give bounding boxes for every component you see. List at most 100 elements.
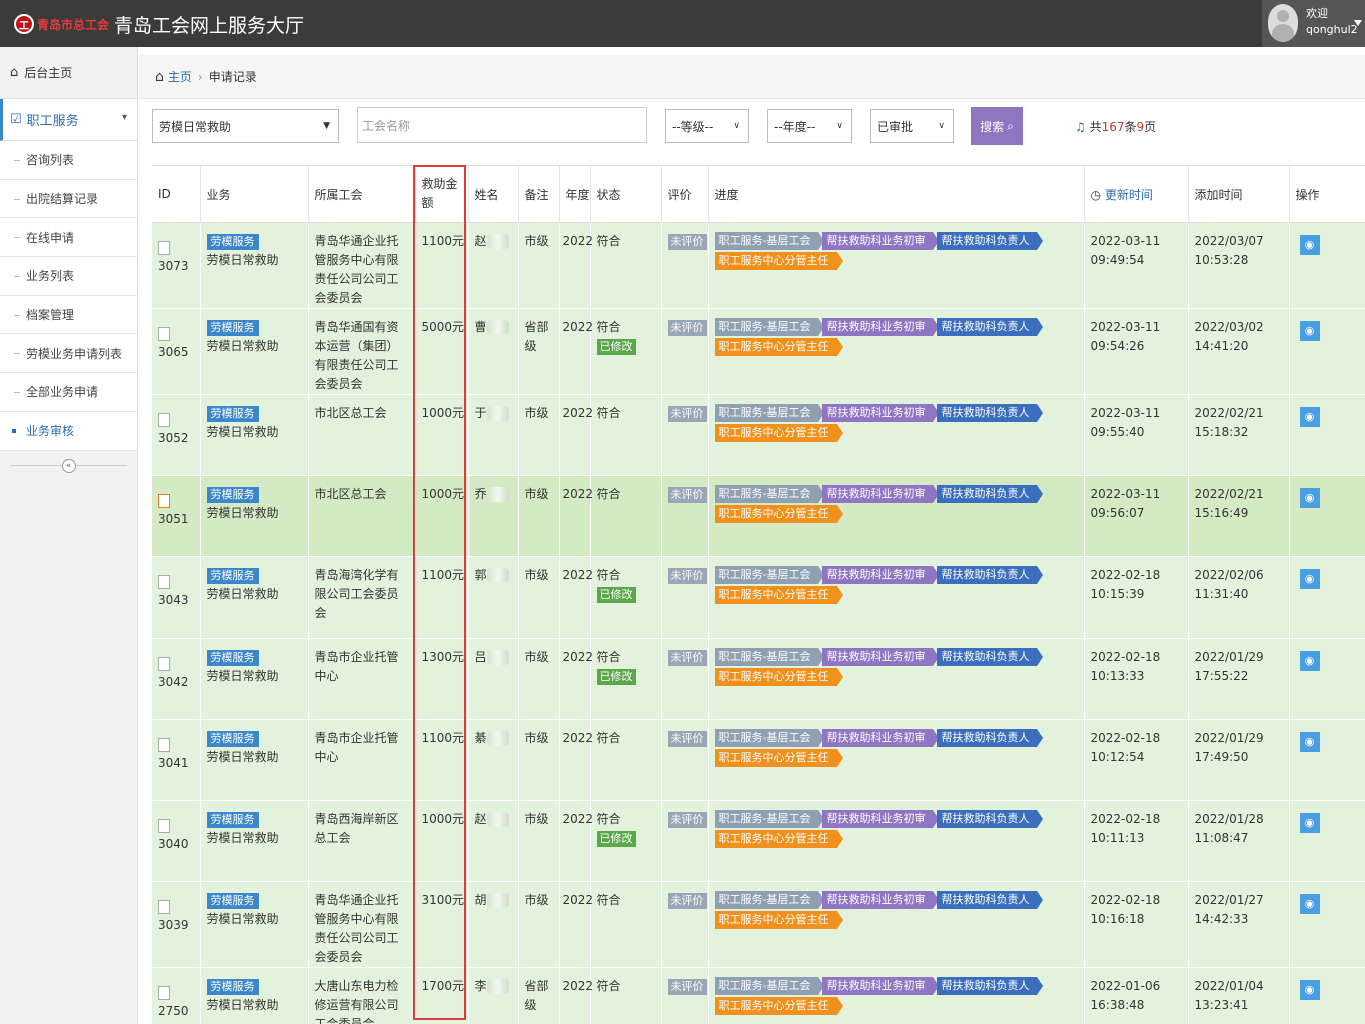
select-value: --等级-- <box>672 119 714 134</box>
sidebar-subitem[interactable]: 出院结算记录 <box>0 179 137 219</box>
search-button[interactable]: 搜索 ⌕ <box>971 107 1023 145</box>
view-eye-icon[interactable]: ◉ <box>1299 235 1320 255</box>
cell-action: ◉ <box>1289 800 1365 883</box>
view-eye-icon[interactable]: ◉ <box>1299 812 1320 833</box>
cell-union: 青岛华通企业托管服务中心有限责任公司公司工会委员会 <box>308 222 416 309</box>
updated-time: 09:54:26 <box>1090 339 1145 353</box>
eval-badge: 未评价 <box>667 406 707 422</box>
cell-updated: 2022-02-18 10:12:54 <box>1084 719 1189 801</box>
cell-added: 2022/01/29 17:55:22 <box>1188 638 1290 720</box>
sidebar-item-service[interactable]: ☑ 职工服务 ▾ <box>0 99 137 141</box>
row-checkbox[interactable] <box>158 818 170 833</box>
year-select[interactable]: --年度-- ∨ <box>767 109 852 143</box>
checkbox-icon: ☑ <box>10 112 22 127</box>
row-checkbox[interactable] <box>158 737 170 752</box>
business-tag: 劳模服务 <box>206 649 259 666</box>
row-checkbox[interactable] <box>158 494 170 509</box>
cell-remark: 省部级 <box>518 967 560 1024</box>
cell-business: 劳模服务 劳模日常救助 <box>200 800 309 883</box>
user-info: 欢迎 qonghul2 <box>1306 6 1358 38</box>
level-select[interactable]: --等级-- ∨ <box>665 109 749 143</box>
view-eye-icon[interactable]: ◉ <box>1299 980 1320 1001</box>
progress-step: 帮扶救助科负责人 <box>937 566 1044 585</box>
eval-badge: 未评价 <box>667 979 707 996</box>
collapse-icon[interactable]: « <box>61 458 76 473</box>
cell-updated: 2022-02-18 10:15:39 <box>1084 556 1189 639</box>
view-eye-icon[interactable]: ◉ <box>1299 650 1320 671</box>
view-eye-icon[interactable]: ◉ <box>1299 321 1320 341</box>
cell-year: 2022 <box>559 967 593 1024</box>
business-tag: 劳模服务 <box>206 487 259 504</box>
breadcrumb-home-link[interactable]: 主页 <box>168 68 192 85</box>
table-row[interactable]: 2750劳模服务劳模日常救助大唐山东电力检修运营有限公司工会委员会1700元李省… <box>152 967 1365 1024</box>
added-time: 11:31:40 <box>1194 587 1249 602</box>
table-row[interactable]: 3051 劳模服务 劳模日常救助 市北区总工会 1000元乔市级 2022 符合 未评价 职工服… <box>152 475 1365 558</box>
cell-status: 符合 已修改 <box>590 638 662 720</box>
col-business: 业务 <box>200 165 309 223</box>
cell-name: 郭 <box>468 556 519 639</box>
cell-id: 3065 <box>152 308 201 395</box>
progress-step: 帮扶救助科负责人 <box>937 728 1044 747</box>
table-row[interactable]: 3040 劳模服务 劳模日常救助 青岛西海岸新区总工会 1000元赵市级 2022 符合 已修… <box>152 800 1365 883</box>
business-type: 劳模日常救助 <box>206 339 279 353</box>
business-tag: 劳模服务 <box>206 320 259 336</box>
view-eye-icon[interactable]: ◉ <box>1299 731 1320 752</box>
table-row[interactable]: 3043 劳模服务 劳模日常救助 青岛海湾化学有限公司工会委员会 1100元郭市级 202… <box>152 556 1365 639</box>
row-checkbox[interactable] <box>158 241 170 255</box>
sidebar-subitem[interactable]: 在线申请 <box>0 218 137 258</box>
updated-date: 2022-03-11 <box>1090 487 1161 502</box>
view-eye-icon[interactable]: ◉ <box>1299 569 1320 590</box>
cell-updated: 2022-01-06 16:38:48 <box>1084 967 1189 1024</box>
updated-date: 2022-01-06 <box>1090 979 1161 994</box>
cell-amount: 5000元 <box>415 308 469 395</box>
cell-amount: 3100元 <box>415 881 469 969</box>
cell-business: 劳模服务劳模日常救助 <box>200 308 309 395</box>
business-type: 劳模日常救助 <box>206 912 279 927</box>
cell-added: 2022/03/07 10:53:28 <box>1188 222 1290 309</box>
row-checkbox[interactable] <box>158 413 170 427</box>
sidebar-subitem[interactable]: 劳模业务申请列表 <box>0 334 137 374</box>
table-row[interactable]: 3041 劳模服务 劳模日常救助 青岛市企业托管中心 1100元綦市级 2022 符合 未评价… <box>152 719 1365 801</box>
row-checkbox[interactable] <box>158 327 170 341</box>
table-row[interactable]: 3052 劳模服务 劳模日常救助 市北区总工会 1000元于市级 2022 符合 未评价 职工服… <box>152 394 1365 477</box>
progress-step: 职工服务中心分管主任 <box>714 424 843 442</box>
eval-badge: 未评价 <box>667 730 707 747</box>
sidebar: ⌂ 后台主页 ☑ 职工服务 ▾ 咨询列表 出院结算记录 在线申请 业务列表 档案管理 劳模… <box>0 47 138 1024</box>
total-mid: 条 <box>1124 120 1137 134</box>
user-menu[interactable]: 欢迎 qonghul2 <box>1262 0 1365 47</box>
sidebar-subitem[interactable]: 档案管理 <box>0 295 137 335</box>
cell-progress: 职工服务-基层工会 帮扶救助科业务初审 帮扶救助科负责人 职工服务中心分管主任 <box>708 638 1085 720</box>
sort-updated-link[interactable]: 更新时间 <box>1105 188 1153 202</box>
row-id: 3051 <box>158 512 189 527</box>
view-eye-icon[interactable]: ◉ <box>1299 488 1320 509</box>
cell-added: 2022/02/21 15:16:49 <box>1188 475 1290 558</box>
progress-step: 职工服务中心分管主任 <box>714 586 843 605</box>
business-type-select[interactable]: 劳模日常救助 ▼ <box>152 109 339 143</box>
table-row[interactable]: 3065 劳模服务 劳模日常救助 青岛华通国有资本运营（集团）有限责任公司工会委员会 5… <box>152 308 1365 395</box>
status-select[interactable]: 已审批 ∨ <box>870 109 954 143</box>
col-status: 状态 <box>590 165 662 223</box>
sidebar-subitem[interactable]: 咨询列表 <box>0 141 137 180</box>
view-eye-icon[interactable]: ◉ <box>1299 407 1320 427</box>
person-name: 吕 <box>474 649 487 664</box>
col-updated[interactable]: ◷ 更新时间 <box>1084 165 1189 223</box>
sidebar-subitem[interactable]: 全部业务申请 <box>0 373 137 412</box>
table-row[interactable]: 3073 劳模服务 劳模日常救助 青岛华通企业托管服务中心有限责任公司公司工会委员会 1… <box>152 222 1365 309</box>
cell-name: 李 <box>468 967 519 1024</box>
sidebar-subitem[interactable]: 业务列表 <box>0 257 137 296</box>
status-text: 符合 <box>596 568 621 583</box>
table-row[interactable]: 3039 劳模服务 劳模日常救助 青岛华通企业托管服务中心有限责任公司公司工会委员会 3… <box>152 881 1365 969</box>
row-checkbox[interactable] <box>158 986 170 1001</box>
row-checkbox[interactable] <box>158 900 170 915</box>
row-checkbox[interactable] <box>158 575 170 590</box>
sidebar-subitem[interactable]: 业务审核 <box>0 411 137 451</box>
row-checkbox[interactable] <box>158 656 170 671</box>
union-name-input[interactable]: 工会名称 <box>357 107 647 143</box>
business-type: 劳模日常救助 <box>206 830 279 845</box>
table-row[interactable]: 3042 劳模服务 劳模日常救助 青岛市企业托管中心 1300元吕市级 2022 符合 已修改… <box>152 638 1365 720</box>
view-eye-icon[interactable]: ◉ <box>1299 894 1320 915</box>
person-name: 赵 <box>474 234 487 248</box>
sidebar-item-home[interactable]: ⌂ 后台主页 <box>0 47 137 99</box>
cell-amount: 1100元 <box>415 719 469 801</box>
added-time: 13:23:41 <box>1194 998 1249 1013</box>
